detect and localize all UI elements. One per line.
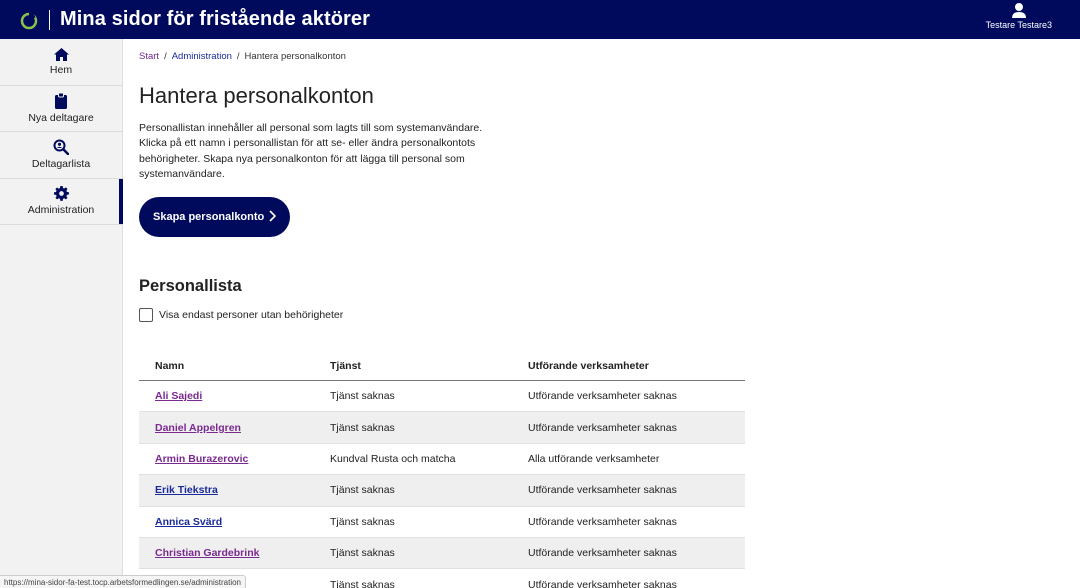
sidebar-item-label: Administration (27, 204, 95, 217)
sidebar-item-label: Hem (49, 63, 73, 76)
table-row: Annica Svärd Tjänst saknas Utförande ver… (139, 507, 745, 538)
staff-name-link[interactable]: Daniel Appelgren (155, 422, 241, 434)
logo-icon[interactable] (18, 9, 40, 31)
search-user-icon (53, 139, 69, 156)
staff-operations: Utförande verksamheter saknas (528, 484, 677, 497)
breadcrumb-administration[interactable]: Administration (172, 51, 232, 62)
user-menu[interactable]: Testare Testare3 (986, 2, 1052, 30)
table-row: Christian Gardebrink Tjänst saknas Utför… (139, 537, 745, 570)
staff-operations: Utförande verksamheter saknas (528, 390, 677, 403)
staff-service: Tjänst saknas (330, 421, 395, 434)
staff-operations: Utförande verksamheter saknas (528, 578, 677, 588)
sidebar: Hem Nya deltagare Deltagarlista Administ… (0, 39, 123, 588)
clipboard-icon (55, 92, 67, 109)
app-title: Mina sidor för fristående aktörer (60, 8, 371, 30)
user-name: Testare Testare3 (985, 20, 1052, 30)
breadcrumb-start[interactable]: Start (139, 51, 159, 62)
staff-name-link[interactable]: Armin Burazerovic (155, 453, 248, 465)
staff-name-link[interactable]: Ali Sajedi (155, 390, 202, 402)
staff-operations: Alla utförande verksamheter (528, 452, 660, 465)
home-icon (53, 47, 69, 61)
section-title: Personallista (139, 277, 242, 295)
chevron-right-icon (269, 210, 276, 222)
page-title: Hantera personalkonton (139, 83, 374, 108)
intro-text: Personallistan innehåller all personal s… (139, 122, 483, 180)
breadcrumb: Start / Administration / Hantera personalkon… (139, 51, 346, 62)
create-account-label: Skapa personalkonto (153, 211, 265, 223)
filter-label: Visa endast personer utan behörigheter (159, 309, 344, 321)
sidebar-item-administration[interactable]: Administration (0, 178, 123, 225)
staff-operations: Utförande verksamheter saknas (528, 421, 677, 434)
sidebar-item-label: Deltagarlista (31, 158, 91, 171)
breadcrumb-separator: / (164, 51, 167, 62)
sidebar-item-deltagarlista[interactable]: Deltagarlista (0, 132, 122, 179)
user-icon (1011, 3, 1026, 18)
filter-no-permissions[interactable]: Visa endast personer utan behörigheter (139, 308, 343, 322)
header-divider (49, 9, 50, 30)
sidebar-item-nya-deltagare[interactable]: Nya deltagare (0, 86, 122, 132)
staff-name-link[interactable]: Erik Tiekstra (155, 484, 218, 496)
column-header-service[interactable]: Tjänst (314, 360, 512, 372)
staff-service: Kundval Rusta och matcha (330, 452, 456, 465)
staff-service: Tjänst saknas (330, 515, 395, 528)
table-row: Armin Burazerovic Kundval Rusta och matc… (139, 444, 745, 476)
column-header-name[interactable]: Namn (139, 360, 314, 372)
staff-table: Namn Tjänst Utförande verksamheter Ali S… (139, 351, 745, 588)
staff-service: Tjänst saknas (330, 390, 395, 403)
staff-name-link[interactable]: Christian Gardebrink (155, 547, 259, 559)
staff-operations: Utförande verksamheter saknas (528, 515, 677, 528)
create-account-button[interactable]: Skapa personalkonto (139, 197, 290, 237)
breadcrumb-separator: / (236, 51, 240, 62)
browser-status-bar: https://mina-sidor-fa-test.tocp.arbetsfo… (0, 575, 246, 588)
staff-service: Tjänst saknas (330, 578, 395, 588)
staff-service: Tjänst saknas (330, 547, 395, 560)
table-row: Daniel Appelgren Tjänst saknas Utförande… (139, 412, 745, 444)
column-header-operations[interactable]: Utförande verksamheter (512, 360, 745, 372)
staff-service: Tjänst saknas (330, 484, 395, 497)
filter-checkbox[interactable] (139, 308, 153, 322)
table-row: Ali Sajedi Tjänst saknas Utförande verks… (139, 381, 745, 413)
sidebar-item-label: Nya deltagare (28, 111, 94, 124)
table-header: Namn Tjänst Utförande verksamheter (139, 351, 745, 381)
gear-icon (53, 186, 69, 202)
top-bar: Mina sidor för fristående aktörer Testar… (0, 0, 1080, 39)
breadcrumb-current: Hantera personalkonton (244, 51, 346, 62)
sidebar-item-hem[interactable]: Hem (0, 39, 122, 86)
staff-operations: Utförande verksamheter saknas (528, 547, 677, 560)
table-row: Erik Tiekstra Tjänst saknas Utförande ve… (139, 475, 745, 507)
staff-name-link[interactable]: Annica Svärd (155, 516, 222, 528)
